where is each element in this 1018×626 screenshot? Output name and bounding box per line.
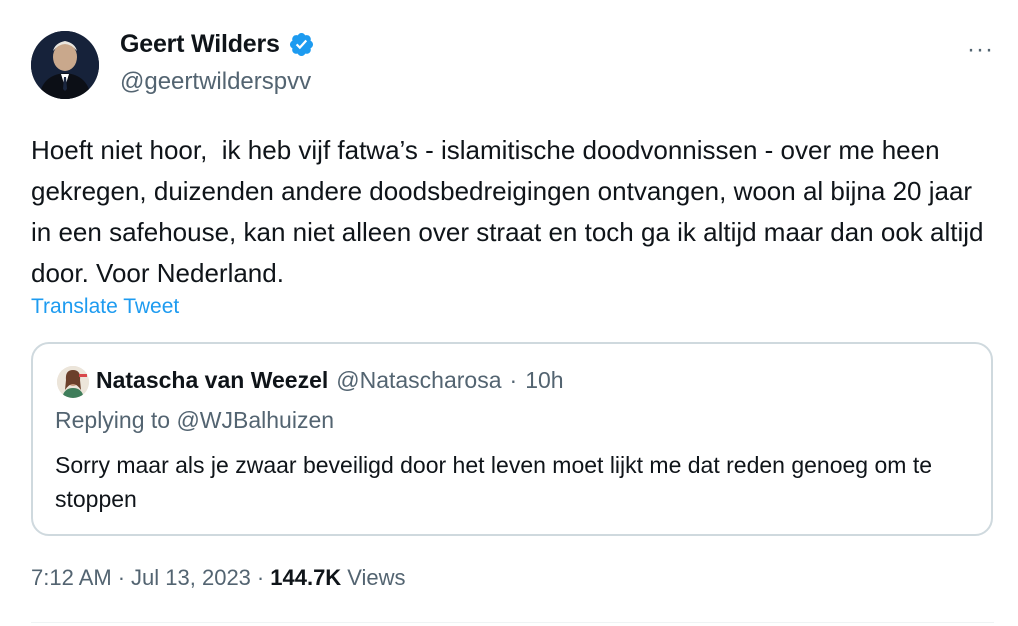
tweet-card: Geert Wilders @geertwilderspvv ··· Hoeft… xyxy=(0,0,1018,626)
footer-separator: · xyxy=(117,565,126,590)
more-options-icon[interactable]: ··· xyxy=(967,36,994,64)
author-handle[interactable]: @geertwilderspvv xyxy=(120,68,311,96)
views-label[interactable]: Views xyxy=(347,565,405,591)
avatar-portrait-icon xyxy=(57,366,89,398)
quote-separator: · xyxy=(509,367,518,393)
author-name[interactable]: Geert Wilders xyxy=(120,30,315,59)
quote-author-handle[interactable]: @Natascharosa xyxy=(336,367,501,394)
verified-badge-icon xyxy=(289,32,313,57)
quoted-tweet[interactable]: Natascha van Weezel @Natascharosa · 10h … xyxy=(31,342,993,536)
translate-tweet-link[interactable]: Translate Tweet xyxy=(31,295,179,319)
views-count[interactable]: 144.7K xyxy=(270,565,341,591)
tweet-text: Hoeft niet hoor, ik heb vijf fatwa’s - i… xyxy=(31,135,991,288)
author-name-text: Geert Wilders xyxy=(120,30,280,58)
quote-author-avatar[interactable] xyxy=(57,366,89,398)
avatar-portrait-icon xyxy=(31,31,99,99)
quote-author-name[interactable]: Natascha van Weezel xyxy=(96,367,328,394)
divider xyxy=(31,622,994,623)
footer-separator: · xyxy=(256,565,265,590)
tweet-date[interactable]: Jul 13, 2023 xyxy=(131,565,251,591)
quote-header: Natascha van Weezel @Natascharosa · 10h xyxy=(96,367,564,394)
quote-time[interactable]: 10h xyxy=(525,367,563,394)
author-avatar[interactable] xyxy=(31,31,99,99)
tweet-footer: 7:12 AM · Jul 13, 2023 · 144.7K Views xyxy=(31,565,406,591)
quote-text: Sorry maar als je zwaar beveiligd door h… xyxy=(55,452,933,512)
tweet-time[interactable]: 7:12 AM xyxy=(31,565,112,591)
quote-replying-to: Replying to @WJBalhuizen xyxy=(55,407,335,433)
